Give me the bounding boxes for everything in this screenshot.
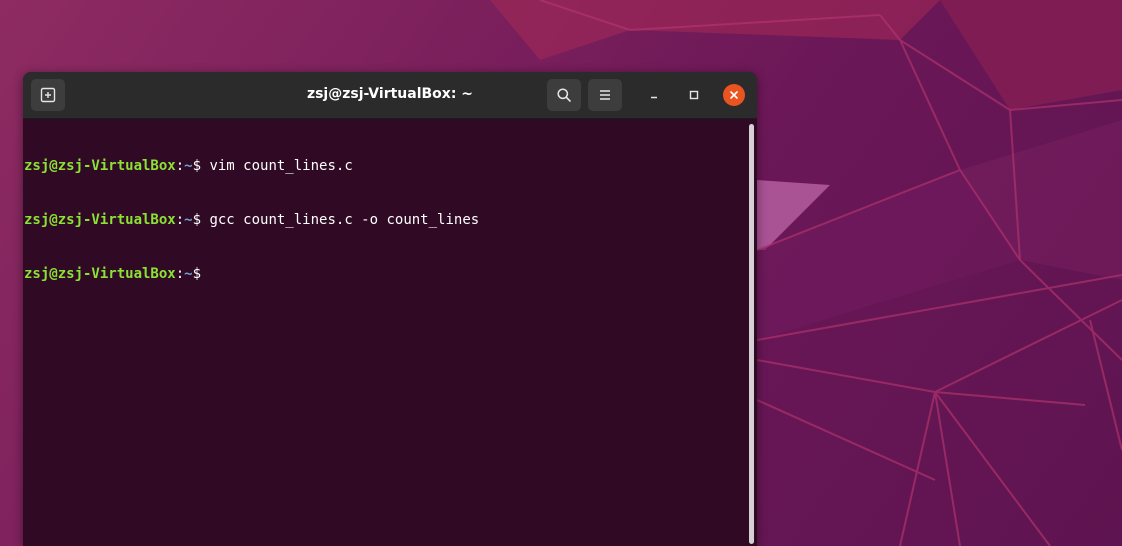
close-icon <box>730 91 738 99</box>
hamburger-menu-icon <box>600 90 610 100</box>
scrollbar-thumb[interactable] <box>749 124 754 544</box>
prompt-user: zsj@zsj-VirtualBox <box>24 212 176 228</box>
prompt-path: ~ <box>184 212 193 228</box>
terminal-window[interactable]: zsj@zsj-VirtualBox: ~ zsj@zsj-VirtualBox… <box>23 72 757 546</box>
terminal-line: zsj@zsj-VirtualBox:~$ gcc count_lines.c … <box>24 211 747 229</box>
close-button[interactable] <box>723 84 745 106</box>
title-bar[interactable]: zsj@zsj-VirtualBox: ~ <box>23 72 757 119</box>
command-text: gcc count_lines.c -o count_lines <box>209 212 480 228</box>
terminal-line: zsj@zsj-VirtualBox:~$ vim count_lines.c <box>24 157 747 175</box>
prompt-separator: : <box>175 212 185 228</box>
prompt-user: zsj@zsj-VirtualBox <box>24 158 176 174</box>
prompt-symbol: $ <box>192 158 210 174</box>
maximize-button[interactable] <box>683 84 705 106</box>
search-icon <box>557 88 571 102</box>
prompt-separator: : <box>175 266 185 282</box>
prompt-user: zsj@zsj-VirtualBox <box>24 266 176 282</box>
prompt-separator: : <box>175 158 185 174</box>
prompt-symbol: $ <box>192 212 210 228</box>
menu-button[interactable] <box>588 79 622 111</box>
command-text: vim count_lines.c <box>209 158 353 174</box>
terminal-line: zsj@zsj-VirtualBox:~$ <box>24 265 747 283</box>
prompt-path: ~ <box>184 266 193 282</box>
minimize-button[interactable] <box>643 84 665 106</box>
maximize-icon <box>689 90 699 100</box>
minimize-icon <box>651 96 657 99</box>
terminal-scrollbar[interactable] <box>748 119 757 546</box>
search-button[interactable] <box>547 79 581 111</box>
terminal-output[interactable]: zsj@zsj-VirtualBox:~$ vim count_lines.c … <box>23 119 747 546</box>
prompt-path: ~ <box>184 158 193 174</box>
prompt-symbol: $ <box>192 266 210 282</box>
